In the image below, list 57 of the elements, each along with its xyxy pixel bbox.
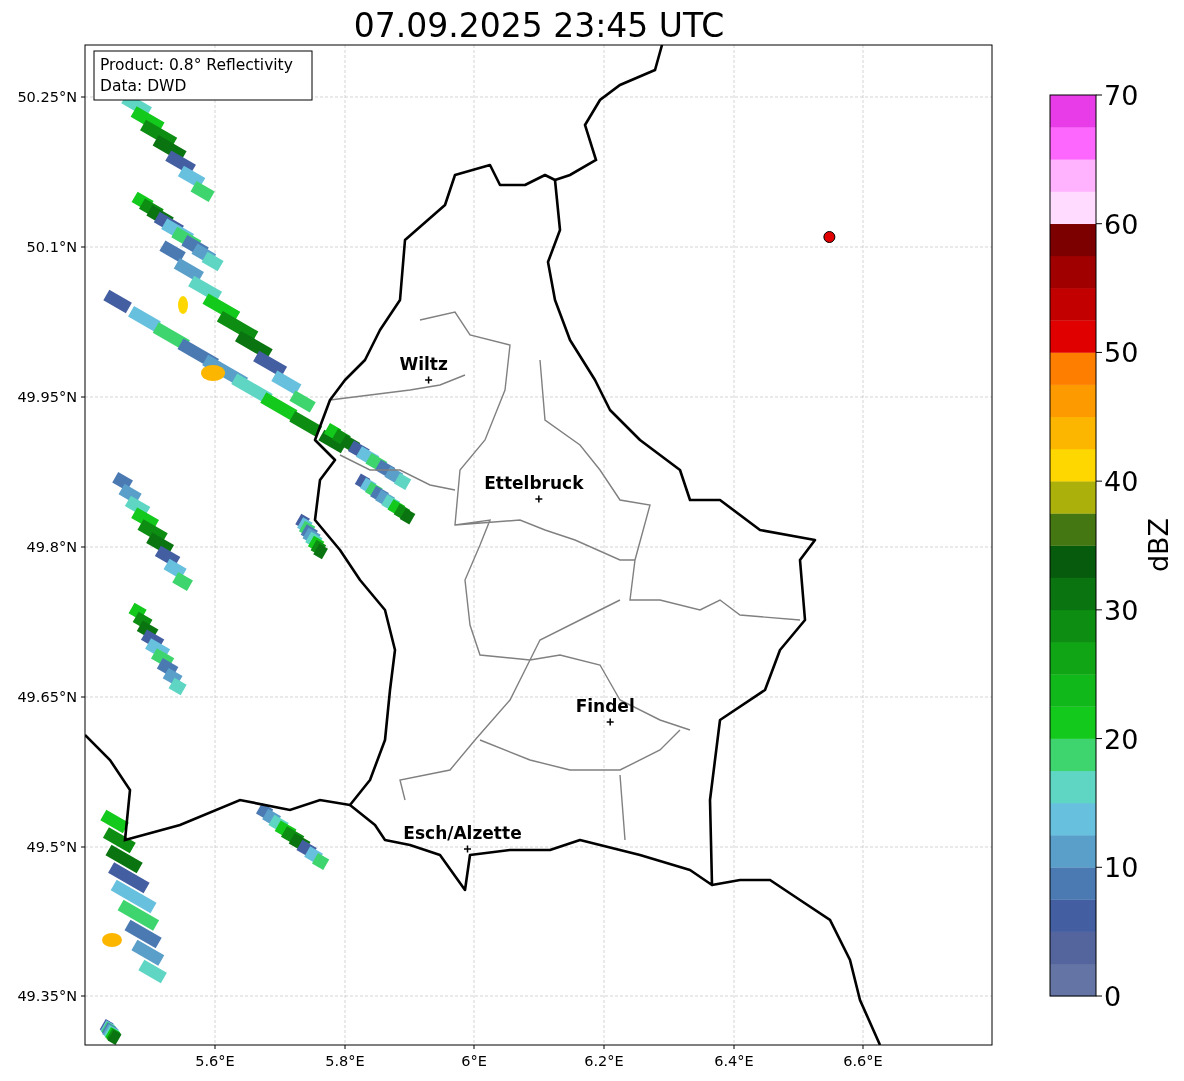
y-tick-label: 49.65°N	[17, 689, 77, 705]
city-label: Esch/Alzette	[403, 823, 522, 843]
colorbar-tick-label: 50	[1104, 337, 1139, 369]
radar-echo	[295, 513, 328, 560]
radar-echo	[99, 1019, 122, 1045]
colorbar-tick-label: 30	[1104, 594, 1139, 626]
colorbar-tick-label: 60	[1104, 208, 1139, 240]
y-tick-label: 50.25°N	[17, 89, 77, 105]
tick-mark	[80, 995, 86, 997]
tick-mark	[344, 1044, 346, 1050]
x-tick-label: 6.4°E	[714, 1053, 754, 1069]
y-tick-label: 49.95°N	[17, 389, 77, 405]
tick-mark	[473, 1044, 475, 1050]
city-marker-icon	[424, 375, 433, 385]
colorbar-tick-label: 40	[1104, 466, 1139, 498]
x-tick-label: 6.2°E	[584, 1053, 624, 1069]
y-tick-label: 49.5°N	[26, 839, 77, 855]
tick-mark	[80, 246, 86, 248]
city-label: Wiltz	[399, 354, 448, 374]
colorbar-tick-label: 0	[1104, 981, 1122, 1012]
colorbar-label: dBZ	[1143, 517, 1174, 573]
tick-mark	[733, 1044, 735, 1050]
info-text: Data: DWD	[100, 77, 187, 95]
tick-mark	[80, 96, 86, 98]
tick-mark	[80, 696, 86, 698]
tick-mark	[1095, 738, 1103, 740]
tick-mark	[80, 846, 86, 848]
x-tick-label: 6°E	[461, 1053, 487, 1069]
tick-mark	[1095, 609, 1103, 611]
x-tick-label: 6.6°E	[843, 1053, 883, 1069]
tick-mark	[1095, 866, 1103, 868]
colorbar-tick-label: 10	[1104, 852, 1139, 884]
tick-mark	[214, 1044, 216, 1050]
city-label: Findel	[575, 696, 635, 716]
tick-mark	[80, 396, 86, 398]
tick-mark	[1095, 223, 1103, 225]
y-tick-label: 49.8°N	[26, 539, 77, 555]
tick-mark	[1095, 351, 1103, 353]
city-marker-icon	[463, 844, 472, 854]
tick-mark	[1095, 995, 1103, 997]
colorbar-tick-label: 70	[1104, 80, 1139, 111]
info-text: Product: 0.8° Reflectivity	[100, 56, 293, 74]
tick-mark	[80, 546, 86, 548]
city-label: Ettelbruck	[484, 473, 584, 493]
y-tick-label: 49.35°N	[17, 988, 77, 1004]
tick-mark	[1095, 94, 1103, 96]
x-tick-label: 5.8°E	[325, 1053, 365, 1069]
y-tick-label: 50.1°N	[26, 239, 77, 255]
tick-mark	[1095, 480, 1103, 482]
x-tick-label: 5.6°E	[195, 1053, 235, 1069]
tick-mark	[603, 1044, 605, 1050]
city-marker-icon	[534, 494, 544, 504]
radar-site-marker	[823, 231, 836, 243]
chart-title: 07.09.2025 23:45 UTC	[353, 6, 725, 45]
colorbar-tick-label: 20	[1104, 723, 1139, 755]
city-marker-icon	[605, 717, 615, 727]
tick-mark	[862, 1044, 864, 1050]
